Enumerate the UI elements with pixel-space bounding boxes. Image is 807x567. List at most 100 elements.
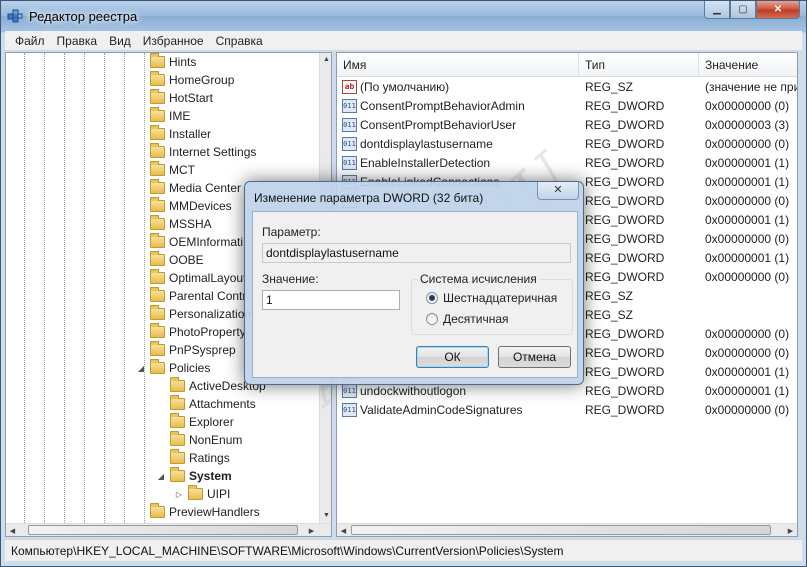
menu-help[interactable]: Справка — [210, 34, 269, 48]
table-row[interactable]: 011 ConsentPromptBehaviorAdmin REG_DWORD 0x… — [337, 97, 797, 116]
tree-item-mssha[interactable]: MSSHA — [136, 215, 212, 233]
tree-item-label: Hints — [169, 55, 197, 69]
expand-arrow-icon[interactable]: ▷ — [174, 490, 184, 499]
value-data-cell: (значение не при — [705, 80, 798, 94]
tree-item-hotstart[interactable]: HotStart — [136, 89, 213, 107]
tree-item-label: System — [189, 469, 232, 483]
value-type-cell: REG_DWORD — [585, 232, 665, 246]
menu-edit[interactable]: Правка — [51, 34, 104, 48]
folder-icon — [150, 341, 165, 356]
radio-hex-label: Шестнадцатеричная — [443, 291, 558, 305]
tree-item-ratings[interactable]: Ratings — [156, 449, 230, 467]
value-type-cell: REG_DWORD — [585, 270, 665, 284]
table-row[interactable]: 011 EnableInstallerDetection REG_DWORD 0x00… — [337, 154, 797, 173]
tree-item-hints[interactable]: Hints — [136, 53, 196, 71]
cancel-button[interactable]: Отмена — [498, 346, 571, 368]
menu-view[interactable]: Вид — [103, 34, 137, 48]
value-type-cell: REG_DWORD — [585, 156, 665, 170]
radio-decimal[interactable]: Десятичная — [426, 312, 509, 326]
tree-item-system[interactable]: ◢ System — [156, 467, 232, 485]
scroll-right-icon[interactable]: ▶ — [305, 524, 318, 536]
value-name-cell: dontdisplaylastusername — [360, 137, 493, 151]
tree-item-pnpsysprep[interactable]: PnPSysprep — [136, 341, 236, 359]
column-type-header[interactable]: Тип — [579, 53, 699, 77]
menu-favorites[interactable]: Избранное — [137, 34, 210, 48]
folder-icon — [150, 251, 165, 266]
minimize-icon[interactable]: ▁ — [704, 1, 730, 19]
value-type-cell: REG_DWORD — [585, 384, 665, 398]
title-bar[interactable]: Редактор реестра ▁ ▢ ✕ — [1, 1, 806, 31]
folder-icon — [170, 395, 185, 410]
tree-item-label: Policies — [169, 361, 211, 375]
tree-horizontal-scrollbar[interactable]: ◀ ▶ — [6, 523, 331, 536]
tree-item-label: MSSHA — [169, 217, 212, 231]
radio-unchecked-icon[interactable] — [426, 313, 438, 325]
ok-button[interactable]: ОК — [416, 346, 489, 368]
tree-item-media-center[interactable]: Media Center — [136, 179, 241, 197]
column-name-header[interactable]: Имя — [337, 53, 579, 77]
table-row[interactable]: 011 ConsentPromptBehaviorUser REG_DWORD 0x0… — [337, 116, 797, 135]
table-row[interactable]: 011 ValidateAdminCodeSignatures REG_DWORD 0… — [337, 401, 797, 420]
scroll-left-icon[interactable]: ◀ — [6, 524, 19, 536]
tree-item-optimallayout[interactable]: OptimalLayout — [136, 269, 246, 287]
edit-dword-dialog: Изменение параметра DWORD (32 бита) ✕ Па… — [244, 181, 584, 385]
scroll-up-icon[interactable]: ▲ — [320, 53, 331, 66]
tree-item-mmdevices[interactable]: MMDevices — [136, 197, 232, 215]
tree-guide-line — [84, 53, 85, 523]
tree-item-policies[interactable]: ◢ Policies — [136, 359, 210, 377]
folder-icon — [150, 233, 165, 248]
dword-value-icon: 011 — [342, 384, 357, 398]
dialog-close-icon[interactable]: ✕ — [537, 182, 579, 200]
tree-item-explorer[interactable]: Explorer — [156, 413, 234, 431]
tree-item-label: HotStart — [169, 91, 214, 105]
folder-icon — [150, 71, 165, 86]
radio-hexadecimal[interactable]: Шестнадцатеричная — [426, 291, 557, 305]
tree-item-internet-settings[interactable]: Internet Settings — [136, 143, 256, 161]
maximize-icon[interactable]: ▢ — [730, 1, 756, 19]
tree-item-parental-contr[interactable]: Parental Contr — [136, 287, 246, 305]
table-row[interactable]: 011 dontdisplaylastusername REG_DWORD 0x000… — [337, 135, 797, 154]
tree-item-previewhandlers[interactable]: PreviewHandlers — [136, 503, 260, 521]
value-data-cell: 0x00000001 (1) — [705, 365, 790, 379]
column-value-header[interactable]: Значение — [699, 53, 797, 77]
collapse-arrow-icon[interactable]: ◢ — [156, 472, 166, 481]
tree-item-oobe[interactable]: OOBE — [136, 251, 204, 269]
tree-item-installer[interactable]: Installer — [136, 125, 211, 143]
dword-value-icon: 011 — [342, 156, 357, 170]
tree-item-label: HomeGroup — [169, 73, 235, 87]
folder-icon — [150, 143, 165, 158]
radio-checked-icon[interactable] — [426, 292, 438, 304]
tree-item-attachments[interactable]: Attachments — [156, 395, 256, 413]
value-type-cell: REG_DWORD — [585, 175, 665, 189]
scroll-right-icon[interactable]: ▶ — [784, 524, 797, 536]
scroll-left-icon[interactable]: ◀ — [337, 524, 350, 536]
menu-file[interactable]: Файл — [9, 34, 51, 48]
value-data-cell: 0x00000001 (1) — [705, 251, 790, 265]
tree-item-uipi[interactable]: ▷ UIPI — [174, 485, 230, 503]
scroll-down-icon[interactable]: ▼ — [320, 509, 331, 522]
collapse-arrow-icon[interactable]: ◢ — [136, 364, 146, 373]
tree-item-photoproperty[interactable]: PhotoProperty — [136, 323, 246, 341]
tree-item-personalization[interactable]: Personalization — [136, 305, 251, 323]
value-data-input[interactable]: 1 — [262, 290, 400, 310]
value-data-cell: 0x00000000 (0) — [705, 346, 790, 360]
close-icon[interactable]: ✕ — [756, 1, 800, 19]
folder-icon — [150, 305, 165, 320]
list-horizontal-scrollbar[interactable]: ◀ ▶ — [337, 523, 797, 536]
value-type-cell: REG_DWORD — [585, 213, 665, 227]
window-title: Редактор реестра — [29, 9, 138, 24]
tree-item-nonenum[interactable]: NonEnum — [156, 431, 242, 449]
number-base-group: Система исчисления Шестнадцатеричная Дес… — [411, 272, 573, 335]
table-row[interactable]: ab (По умолчанию) REG_SZ (значение не при — [337, 78, 798, 97]
tree-hscroll-thumb[interactable] — [28, 525, 298, 535]
value-name-cell: EnableInstallerDetection — [360, 156, 491, 170]
tree-item-ime[interactable]: IME — [136, 107, 190, 125]
tree-item-homegroup[interactable]: HomeGroup — [136, 71, 234, 89]
value-type-cell: REG_DWORD — [585, 99, 665, 113]
tree-item-mct[interactable]: MCT — [136, 161, 195, 179]
dword-value-icon: 011 — [342, 403, 357, 417]
list-hscroll-thumb[interactable] — [351, 525, 771, 535]
tree-item-oeminformati[interactable]: OEMInformati — [136, 233, 243, 251]
value-name-cell: (По умолчанию) — [360, 80, 450, 94]
folder-icon — [170, 449, 185, 464]
